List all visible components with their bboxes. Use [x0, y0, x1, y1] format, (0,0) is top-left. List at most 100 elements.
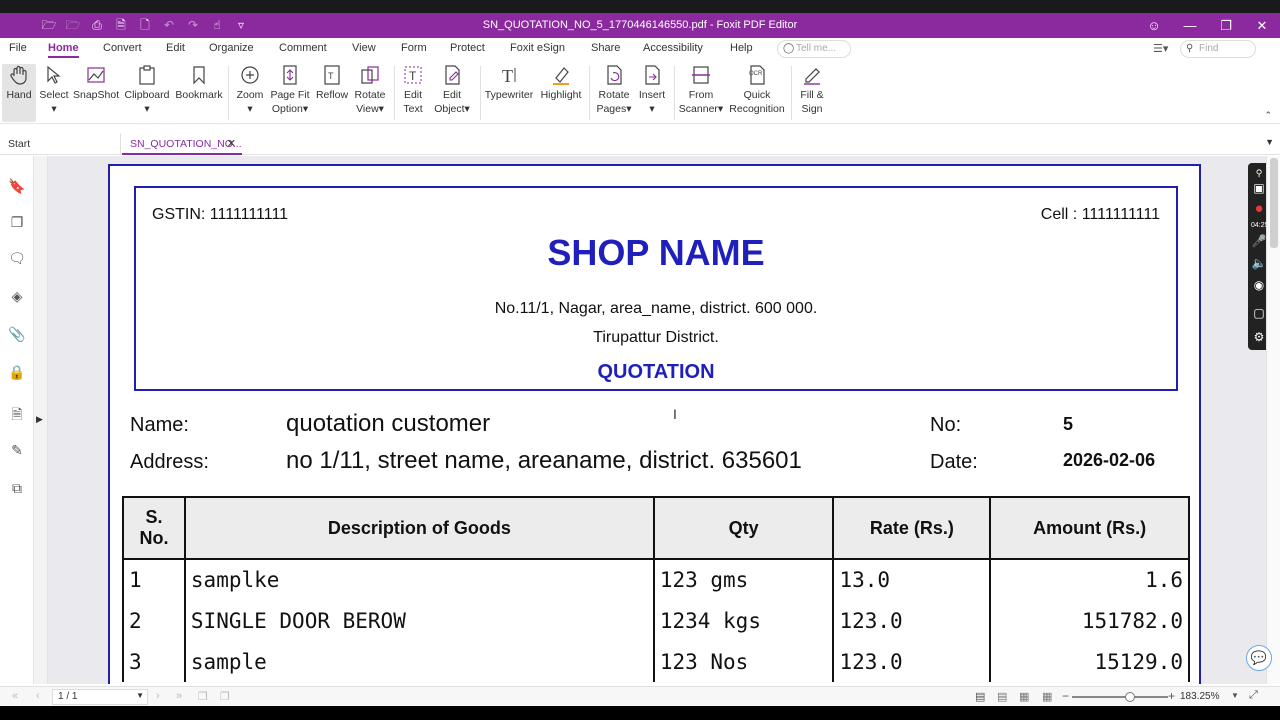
edit-text-button[interactable]: T Edit Text [399, 64, 427, 116]
rotate-pages-button[interactable]: Rotate Pages▾ [594, 64, 634, 116]
snapshot-button[interactable]: SnapShot [73, 64, 119, 102]
panel-toggle[interactable]: ▶ [34, 156, 48, 684]
menu-share[interactable]: Share [591, 42, 620, 54]
record-icon[interactable]: ● [1251, 201, 1267, 217]
ribbon-label: Clipboard [124, 89, 170, 101]
select-button[interactable]: Select ▾ [38, 64, 70, 116]
zoom-in-icon[interactable]: + [1168, 689, 1175, 703]
edit-object-button[interactable]: Edit Object▾ [432, 64, 472, 116]
fill-sign-button[interactable]: Fill & Sign [796, 64, 828, 116]
menu-edit[interactable]: Edit [166, 42, 185, 54]
minimize-button[interactable]: — [1172, 13, 1208, 38]
scrollbar-thumb[interactable] [1270, 158, 1278, 248]
menu-organize[interactable]: Organize [209, 42, 254, 54]
fields-panel-icon[interactable]: 🗎 [8, 404, 26, 422]
items-table: S. No. Description of Goods Qty Rate (Rs.… [122, 496, 1190, 682]
account-icon[interactable]: ☺ [1136, 13, 1172, 38]
vertical-scrollbar[interactable] [1266, 156, 1280, 684]
camera-icon[interactable]: ▣ [1251, 180, 1267, 196]
quick-recognition-button[interactable]: OCR Quick Recognition [728, 64, 786, 116]
page-number-input[interactable]: 1 / 1 ▼ [52, 689, 148, 705]
first-page-icon[interactable]: « [12, 690, 18, 702]
find-input[interactable]: ⚲ Find [1180, 40, 1256, 58]
microphone-icon[interactable]: 🎤 [1251, 233, 1267, 249]
previous-page-icon[interactable]: ‹ [36, 690, 40, 702]
menu-help[interactable]: Help [730, 42, 753, 54]
bookmark-button[interactable]: Bookmark [175, 64, 223, 102]
security-panel-icon[interactable]: 🔒 [8, 364, 26, 382]
layers-panel-icon[interactable]: ◈ [8, 288, 26, 306]
shop-address-line1: No.11/1, Nagar, area_name, district. 600… [494, 300, 818, 317]
hand-icon [8, 64, 30, 86]
menu-view[interactable]: View [352, 42, 376, 54]
cell-qty: 123 gms [652, 559, 835, 600]
page-thumbnails-icon[interactable]: ❐ [8, 214, 26, 232]
zoom-button[interactable]: Zoom ▾ [233, 64, 267, 116]
ai-assistant-icon[interactable]: 💬 [1246, 645, 1272, 671]
pin-icon[interactable]: ⚲ [1251, 165, 1267, 181]
menu-home[interactable]: Home [48, 42, 79, 58]
destinations-panel-icon[interactable]: ⧉ [8, 480, 26, 498]
typewriter-button[interactable]: T Typewriter [484, 64, 534, 102]
next-view-icon[interactable]: ❐ [220, 690, 230, 703]
cell-description: samplke [183, 559, 655, 600]
continuous-view-icon[interactable]: ▤ [997, 690, 1007, 703]
ribbon-label-2: Object▾ [434, 103, 470, 115]
column-header-qty: Qty [652, 496, 835, 560]
lightbulb-icon: ◯ [783, 43, 795, 54]
from-scanner-button[interactable]: From Scanner▾ [678, 64, 724, 116]
ribbon-label: Rotate [598, 89, 630, 101]
zoom-slider[interactable] [1072, 692, 1168, 702]
window-icon[interactable]: ▢ [1251, 305, 1267, 321]
collapse-ribbon-icon[interactable]: ⌃ [1264, 110, 1272, 121]
ribbon-display-options-icon[interactable]: ☰▾ [1153, 42, 1168, 55]
next-page-icon[interactable]: › [156, 690, 160, 702]
zoom-out-icon[interactable]: − [1062, 689, 1069, 703]
menu-protect[interactable]: Protect [450, 42, 485, 54]
ribbon-label: Bookmark [175, 89, 223, 101]
menu-form[interactable]: Form [401, 42, 427, 54]
date-label: Date: [930, 451, 978, 473]
single-page-view-icon[interactable]: ▤ [975, 690, 985, 703]
insert-button[interactable]: Insert ▾ [636, 64, 668, 116]
column-header-sno-line1: S. [145, 507, 163, 527]
attachments-panel-icon[interactable]: 📎 [8, 326, 26, 344]
clipboard-button[interactable]: Clipboard ▾ [122, 64, 172, 116]
signature-panel-icon[interactable]: ✎ [8, 442, 26, 460]
bookmarks-panel-icon[interactable]: 🔖 [8, 178, 26, 196]
zoom-dropdown-icon[interactable]: ▼ [1231, 691, 1239, 700]
facing-view-icon[interactable]: ▦ [1019, 690, 1029, 703]
hand-tool-button[interactable]: Hand [2, 64, 36, 122]
fullscreen-icon[interactable]: ⤢ [1249, 689, 1258, 702]
continuous-facing-view-icon[interactable]: ▦ [1042, 690, 1052, 703]
navigation-panel-rail: 🔖 ❐ 🗨 ◈ 📎 🔒 🗎 ✎ ⧉ [0, 156, 34, 684]
ribbon-label: From [688, 89, 714, 101]
tab-start[interactable]: Start [0, 133, 121, 155]
webcam-icon[interactable]: ◉ [1251, 277, 1267, 293]
close-button[interactable]: ✕ [1244, 13, 1280, 38]
settings-gear-icon[interactable]: ⚙ [1251, 329, 1267, 345]
reflow-button[interactable]: T Reflow [313, 64, 351, 102]
last-page-icon[interactable]: » [176, 690, 182, 702]
restore-button[interactable]: ❐ [1208, 13, 1244, 38]
menu-foxit-esign[interactable]: Foxit eSign [510, 42, 565, 54]
menu-comment[interactable]: Comment [279, 42, 327, 54]
ribbon-label-2: Scanner▾ [678, 103, 724, 115]
menu-file[interactable]: File [9, 42, 27, 54]
rotate-view-button[interactable]: Rotate View▾ [352, 64, 388, 116]
menu-accessibility[interactable]: Accessibility [643, 42, 703, 54]
zoom-slider-knob[interactable] [1124, 692, 1135, 702]
comments-panel-icon[interactable]: 🗨 [8, 250, 26, 268]
tab-list-chevron-icon[interactable]: ▼ [1265, 137, 1274, 147]
speaker-icon[interactable]: 🔈 [1251, 255, 1267, 271]
highlight-button[interactable]: Highlight [538, 64, 584, 102]
rotate-pages-icon [603, 64, 625, 86]
document-canvas[interactable]: GSTIN: 1111111111 Cell : 1111111111 SHOP… [48, 156, 1266, 684]
tab-document[interactable]: SN_QUOTATION_NO... ✕ [122, 133, 242, 155]
page-fit-option-button[interactable]: Page Fit Option▾ [270, 64, 310, 116]
tell-me-search[interactable]: ◯ Tell me... [777, 40, 851, 58]
tab-document-label: SN_QUOTATION_NO... [130, 138, 242, 150]
close-tab-icon[interactable]: ✕ [227, 137, 236, 150]
menu-convert[interactable]: Convert [103, 42, 142, 54]
previous-view-icon[interactable]: ❐ [198, 690, 208, 703]
